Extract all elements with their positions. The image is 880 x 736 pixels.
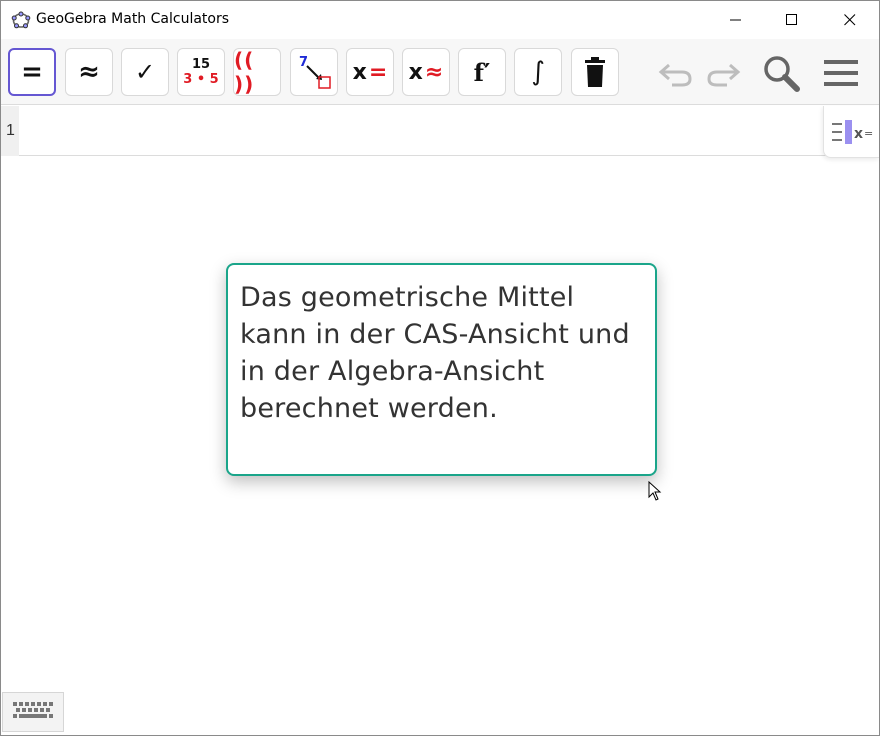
algebra-view-icon: x = [831, 119, 873, 144]
svg-text:x: x [854, 126, 863, 142]
derivative-tool-button[interactable]: f′ [458, 48, 506, 96]
solve-label-x: x [352, 59, 367, 85]
integral-label: ∫ [531, 57, 545, 87]
nsolve-label-op: ≈ [424, 59, 444, 85]
minimize-icon [730, 19, 741, 21]
expand-tool-button[interactable]: (( )) [233, 48, 281, 96]
derivative-label: f′ [473, 57, 491, 87]
info-tooltip: Das geometrische Mittel kann in der CAS-… [226, 263, 657, 476]
close-button[interactable] [821, 1, 879, 39]
check-tool-button[interactable]: ✓ [121, 48, 169, 96]
geogebra-logo-icon [11, 11, 31, 29]
evaluate-tool-button[interactable]: = [8, 48, 56, 96]
window-title: GeoGebra Math Calculators [36, 11, 230, 27]
cas-input-row[interactable]: 1 x = [1, 106, 879, 158]
evaluate-label: = [21, 57, 43, 87]
main-menu-button[interactable] [821, 53, 861, 93]
delete-tool-button[interactable] [571, 48, 619, 96]
redo-button[interactable] [703, 53, 743, 93]
nsolve-tool-button[interactable]: x ≈ [402, 48, 450, 96]
trash-icon [585, 57, 605, 87]
substitute-icon: 7 [299, 55, 331, 89]
cas-toolbar: = ≈ ✓ 15 3 • 5 (( )) 7 x = x ≈ f′ ∫ [1, 39, 879, 105]
factor-label-bottom: 3 • 5 [183, 72, 219, 87]
numeric-label: ≈ [78, 57, 100, 87]
minimize-button[interactable] [707, 1, 765, 39]
substitute-label: 7 [299, 55, 308, 70]
search-icon [764, 56, 800, 92]
mouse-cursor-icon [648, 481, 662, 501]
title-bar: GeoGebra Math Calculators [1, 1, 879, 39]
undo-button[interactable] [656, 53, 696, 93]
redo-icon [707, 63, 741, 87]
solve-label-op: = [368, 59, 388, 85]
keyboard-toggle-button[interactable] [2, 692, 64, 732]
tooltip-text: Das geometrische Mittel kann in der CAS-… [240, 282, 630, 424]
close-icon [844, 14, 856, 26]
app-window: GeoGebra Math Calculators = ≈ ✓ 15 3 • 5… [0, 0, 880, 736]
expand-label: (( )) [234, 48, 255, 96]
factor-label-top: 15 [191, 57, 211, 72]
check-label: ✓ [134, 58, 156, 86]
algebra-view-toggle-button[interactable]: x = [823, 106, 879, 158]
substitute-tool-button[interactable]: 7 [290, 48, 338, 96]
undo-icon [658, 63, 692, 87]
integral-tool-button[interactable]: ∫ [514, 48, 562, 96]
nsolve-label-x: x [408, 59, 423, 85]
search-button[interactable] [761, 53, 801, 93]
keyboard-icon [13, 702, 53, 718]
numeric-tool-button[interactable]: ≈ [65, 48, 113, 96]
row-number: 1 [1, 106, 19, 156]
menu-icon [824, 60, 858, 86]
svg-text:=: = [864, 127, 873, 140]
maximize-icon [786, 14, 797, 25]
maximize-button[interactable] [763, 1, 821, 39]
solve-tool-button[interactable]: x = [346, 48, 394, 96]
factor-tool-button[interactable]: 15 3 • 5 [177, 48, 225, 96]
